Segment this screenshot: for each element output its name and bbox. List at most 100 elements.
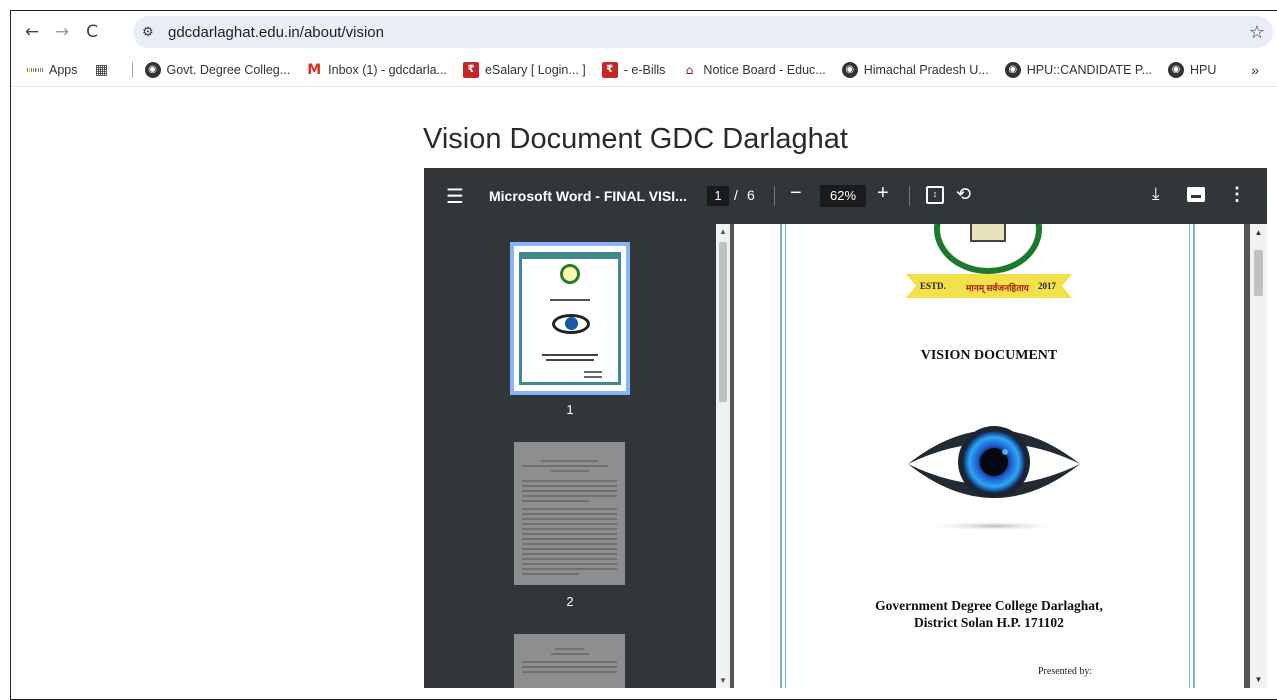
bookmark-hpu[interactable]: ◉ HPU [1168,61,1217,78]
bookmark-label: Himachal Pradesh U... [863,62,989,77]
scroll-down-icon[interactable]: ▼ [716,676,730,685]
page-number-input[interactable]: 1 [707,186,729,206]
presented-by-text: Presented by: [1038,666,1093,677]
book-icon [970,224,1006,242]
thumb-text-line [522,518,617,520]
page-thumbnail-1[interactable] [510,242,630,395]
college-district-line: District Solan H.P. 171102 [914,615,1064,630]
page-separator: / [734,187,738,203]
grid-icon: ▦ [94,61,109,78]
emblem-estd-text: ESTD. [920,281,946,291]
college-name-line: Government Degree College Darlaghat, [875,598,1103,613]
thumbnail-sidebar: 1 2 [424,224,716,688]
bookmark-notice-board[interactable]: ⌂ Notice Board - Educ... [681,62,826,78]
college-address: Government Degree College Darlaghat, Dis… [734,597,1244,631]
thumb-text-line [550,299,590,301]
emblem-ribbon: ESTD. मानम् सर्वजनहिताय 2017 [906,274,1072,298]
thumb-text-line [550,653,589,655]
address-row: ← → C ⚙ gdcdarlaghat.edu.in/about/vision… [11,11,1277,53]
sidebar-scrollbar[interactable]: ▲ ▼ [716,224,730,688]
bookmark-ebills[interactable]: ₹ - e-Bills [601,61,665,78]
globe-icon: ◉ [1004,61,1021,78]
pdf-toolbar: ☰ Microsoft Word - FINAL VISI... 1 / 6 −… [424,168,1267,224]
thumb-text-line [522,548,617,550]
menu-icon[interactable]: ☰ [446,184,464,208]
thumb-border-top [519,252,621,259]
bookmark-esalary[interactable]: ₹ eSalary [ Login... ] [462,61,586,78]
thumb-text-line [546,359,594,361]
bookmark-label: Inbox (1) - gdcdarla... [328,62,447,77]
bookmark-star-icon[interactable]: ☆ [1249,22,1265,43]
thumbnail-label-1: 1 [566,402,574,417]
more-options-icon[interactable]: ⋮ [1228,184,1246,205]
thumb-text-line [522,500,589,502]
thumb-text-line [522,485,617,487]
ebills-icon: ₹ [601,61,618,78]
zoom-in-icon[interactable]: + [877,182,889,205]
bookmark-apps[interactable]: Apps [27,62,78,78]
forward-arrow-icon[interactable]: → [47,17,77,47]
bookmarks-bar: Apps ▦ ◉ Govt. Degree Colleg... M Inbox … [11,53,1277,87]
zoom-out-icon[interactable]: − [790,182,802,205]
thumb-text-line [522,568,617,570]
page-title: Vision Document GDC Darlaghat [423,123,848,155]
thumb-text-line [550,470,589,472]
esalary-icon: ₹ [462,61,479,78]
thumb-text-line [522,558,617,560]
thumb-logo [560,264,580,284]
bookmark-himachal-pradesh[interactable]: ◉ Himachal Pradesh U... [841,61,989,78]
rotate-icon[interactable]: ⟲ [956,184,971,205]
bookmark-hpu-candidate[interactable]: ◉ HPU::CANDIDATE P... [1004,61,1152,78]
address-bar[interactable]: ⚙ gdcdarlaghat.edu.in/about/vision ☆ [133,16,1273,48]
page-thumbnail-2[interactable] [514,442,625,585]
scroll-up-icon[interactable]: ▲ [716,227,730,236]
pdf-document-title: Microsoft Word - FINAL VISI... [489,188,687,204]
fit-to-page-icon[interactable]: ↕ [926,186,944,204]
thumb-text-line [522,508,617,510]
more-bookmarks-icon[interactable]: » [1251,62,1259,78]
reload-icon[interactable]: C [77,17,107,47]
thumb-text-line [522,528,617,530]
thumb-text-line [542,354,598,356]
thumb-text-line [522,538,617,540]
url-text[interactable]: gdcdarlaghat.edu.in/about/vision [168,24,384,41]
all-bookmarks-button[interactable]: ▦ [94,62,116,78]
thumb-text-line [522,671,617,673]
thumb-border-left [519,252,522,385]
document-scrollbar[interactable]: ▲ ▼ [1250,224,1267,688]
emblem-motto-text: मानम् सर्वजनहिताय [966,283,1029,293]
thumb-text-line [522,573,579,575]
back-arrow-icon[interactable]: ← [17,17,47,47]
scrollbar-thumb[interactable] [719,242,727,402]
thumb-text-line [541,460,598,462]
scroll-up-icon[interactable]: ▲ [1250,228,1267,237]
bookmark-label: Apps [49,62,78,77]
scrollbar-thumb[interactable] [1254,250,1263,296]
globe-icon: ◉ [144,61,161,78]
thumb-text-line [522,543,617,545]
bookmark-label: HPU [1190,62,1217,77]
globe-icon: ◉ [841,61,858,78]
pdf-viewer: ☰ Microsoft Word - FINAL VISI... 1 / 6 −… [424,168,1267,688]
thumb-text-line [522,495,617,497]
thumb-text-line [522,666,617,668]
gmail-icon: M [307,61,322,78]
bookmark-inbox[interactable]: M Inbox (1) - gdcdarla... [306,62,447,78]
zoom-level-input[interactable]: 62% [820,185,866,207]
print-icon[interactable] [1187,187,1205,202]
apps-grid-icon [27,62,44,78]
document-heading: VISION DOCUMENT [920,348,1058,363]
thumb-text-line [584,371,602,373]
thumb-eye-icon [552,314,590,334]
eye-icon [908,426,1080,531]
scroll-down-icon[interactable]: ▼ [1250,675,1267,684]
thumb-text-line [522,533,617,535]
thumb-border-bottom [519,382,621,385]
page-thumbnail-3[interactable] [514,634,625,688]
bookmark-govt-degree-college[interactable]: ◉ Govt. Degree Colleg... [144,61,290,78]
toolbar-divider [909,186,910,206]
site-settings-icon[interactable]: ⚙ [142,25,168,40]
download-icon[interactable]: ⤓ [1152,184,1160,204]
thumb-text-line [522,523,617,525]
pdf-page: ESTD. मानम् सर्वजनहिताय 2017 VISION DOCU… [734,224,1244,688]
